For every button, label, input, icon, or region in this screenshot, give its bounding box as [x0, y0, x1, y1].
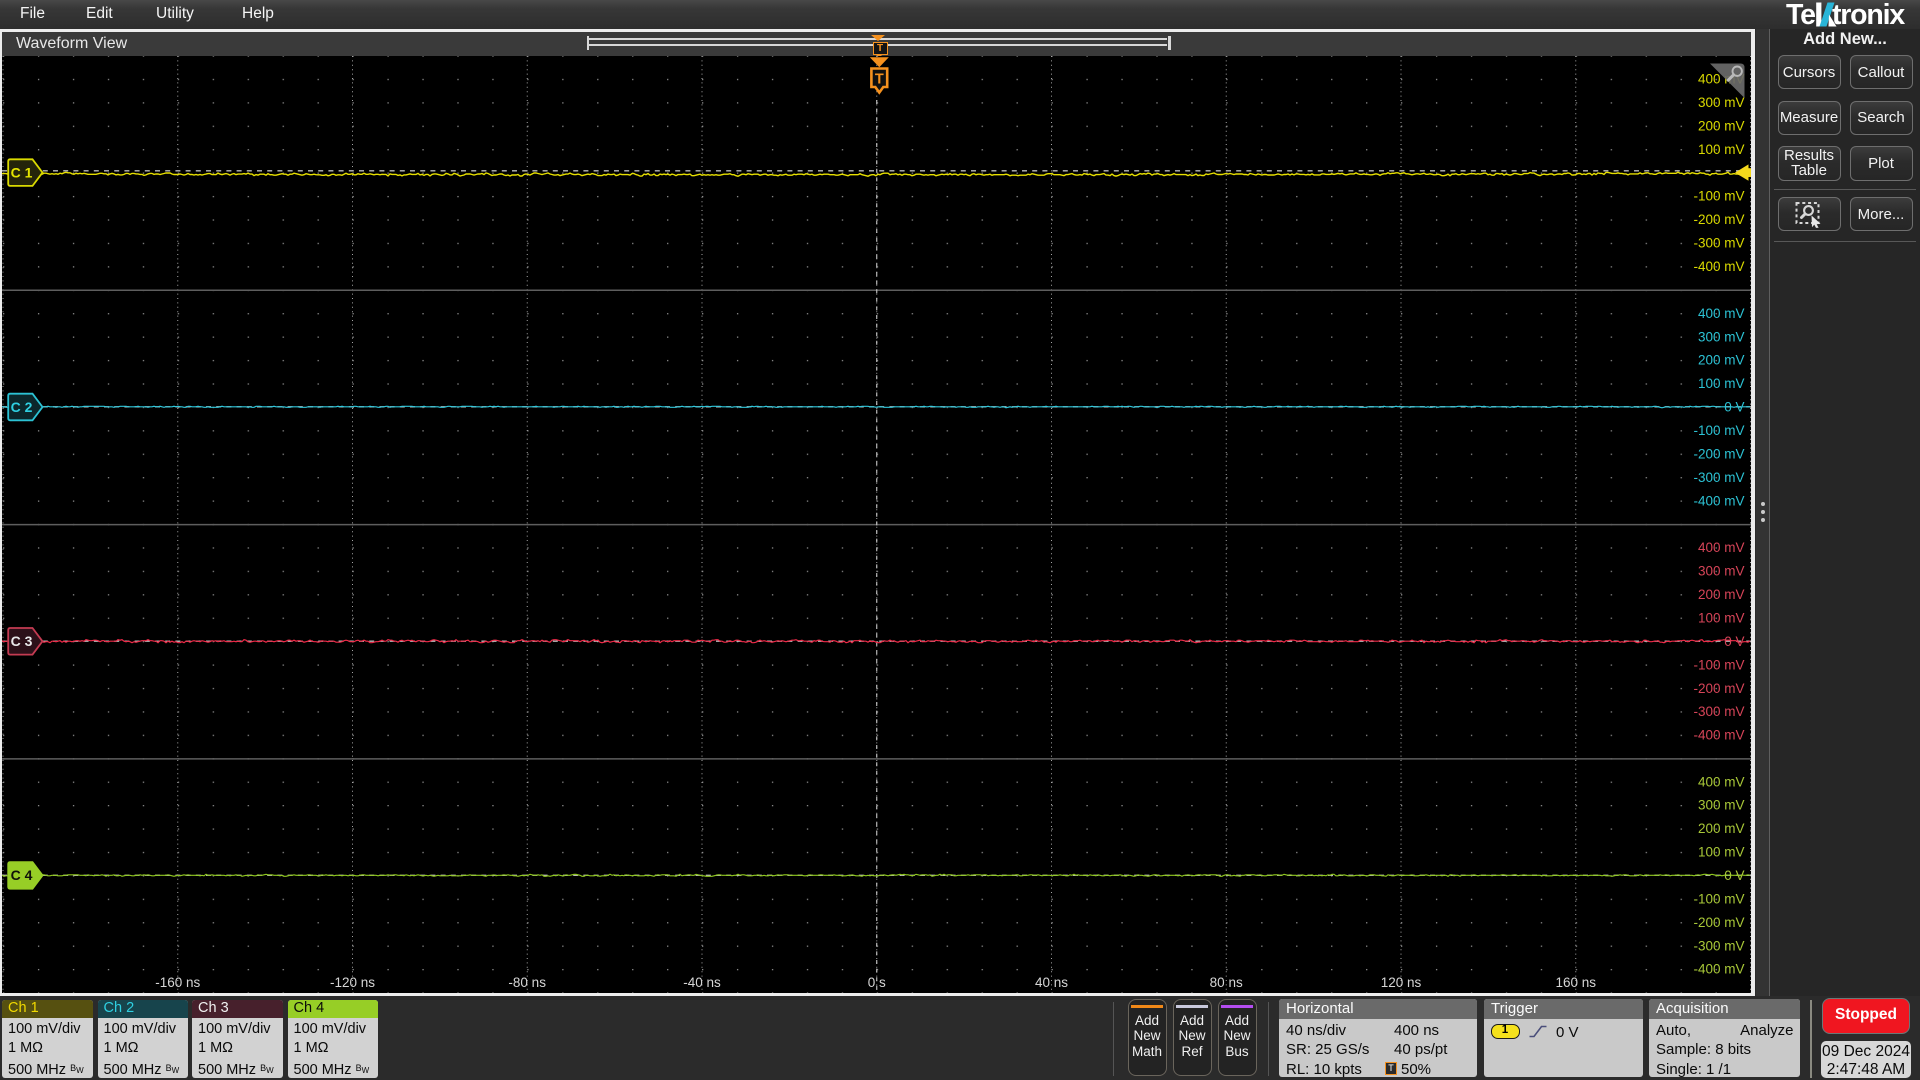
svg-text:-400 mV: -400 mV [1693, 728, 1744, 743]
svg-text:400 mV: 400 mV [1698, 306, 1745, 321]
svg-text:100 mV: 100 mV [1698, 142, 1745, 157]
svg-text:100 mV: 100 mV [1698, 376, 1745, 391]
svg-text:tronix: tronix [1832, 0, 1905, 29]
svg-text:-300 mV: -300 mV [1693, 470, 1744, 485]
svg-text:300 mV: 300 mV [1698, 564, 1745, 579]
svg-text:40 ns: 40 ns [1035, 975, 1068, 990]
svg-text:0 V: 0 V [1724, 868, 1744, 883]
svg-text:Te: Te [1786, 0, 1815, 29]
svg-text:-400 mV: -400 mV [1693, 259, 1744, 274]
svg-text:200 mV: 200 mV [1698, 353, 1745, 368]
svg-text:-200 mV: -200 mV [1693, 212, 1744, 227]
svg-text:300 mV: 300 mV [1698, 95, 1745, 110]
svg-text:C 2: C 2 [11, 399, 33, 415]
svg-text:200 mV: 200 mV [1698, 118, 1745, 133]
svg-text:0 V: 0 V [1724, 400, 1744, 415]
svg-text:T: T [875, 72, 884, 88]
svg-text:-100 mV: -100 mV [1693, 189, 1744, 204]
svg-text:-200 mV: -200 mV [1693, 915, 1744, 930]
svg-text:400 mV: 400 mV [1698, 540, 1745, 555]
svg-text:100 mV: 100 mV [1698, 611, 1745, 626]
svg-text:C 4: C 4 [11, 867, 33, 883]
svg-text:200 mV: 200 mV [1698, 821, 1745, 836]
svg-text:-200 mV: -200 mV [1693, 447, 1744, 462]
svg-text:160 ns: 160 ns [1556, 975, 1597, 990]
svg-text:-100 mV: -100 mV [1693, 891, 1744, 906]
svg-text:300 mV: 300 mV [1698, 798, 1745, 813]
svg-text:C 3: C 3 [11, 633, 33, 649]
svg-text:-120 ns: -120 ns [330, 975, 375, 990]
svg-text:0 s: 0 s [868, 975, 886, 990]
svg-text:100 mV: 100 mV [1698, 845, 1745, 860]
svg-text:-300 mV: -300 mV [1693, 704, 1744, 719]
svg-text:-400 mV: -400 mV [1693, 962, 1744, 977]
svg-text:0 V: 0 V [1724, 634, 1744, 649]
svg-text:200 mV: 200 mV [1698, 587, 1745, 602]
svg-text:-400 mV: -400 mV [1693, 493, 1744, 508]
svg-text:80 ns: 80 ns [1210, 975, 1243, 990]
svg-text:-100 mV: -100 mV [1693, 423, 1744, 438]
svg-text:-200 mV: -200 mV [1693, 681, 1744, 696]
svg-text:-40 ns: -40 ns [683, 975, 721, 990]
svg-text:-160 ns: -160 ns [155, 975, 200, 990]
svg-text:-80 ns: -80 ns [508, 975, 546, 990]
svg-text:-100 mV: -100 mV [1693, 657, 1744, 672]
svg-text:120 ns: 120 ns [1381, 975, 1422, 990]
svg-text:300 mV: 300 mV [1698, 329, 1745, 344]
svg-text:-300 mV: -300 mV [1693, 236, 1744, 251]
svg-text:C 1: C 1 [11, 164, 33, 180]
svg-text:400 mV: 400 mV [1698, 774, 1745, 789]
svg-text:-300 mV: -300 mV [1693, 938, 1744, 953]
